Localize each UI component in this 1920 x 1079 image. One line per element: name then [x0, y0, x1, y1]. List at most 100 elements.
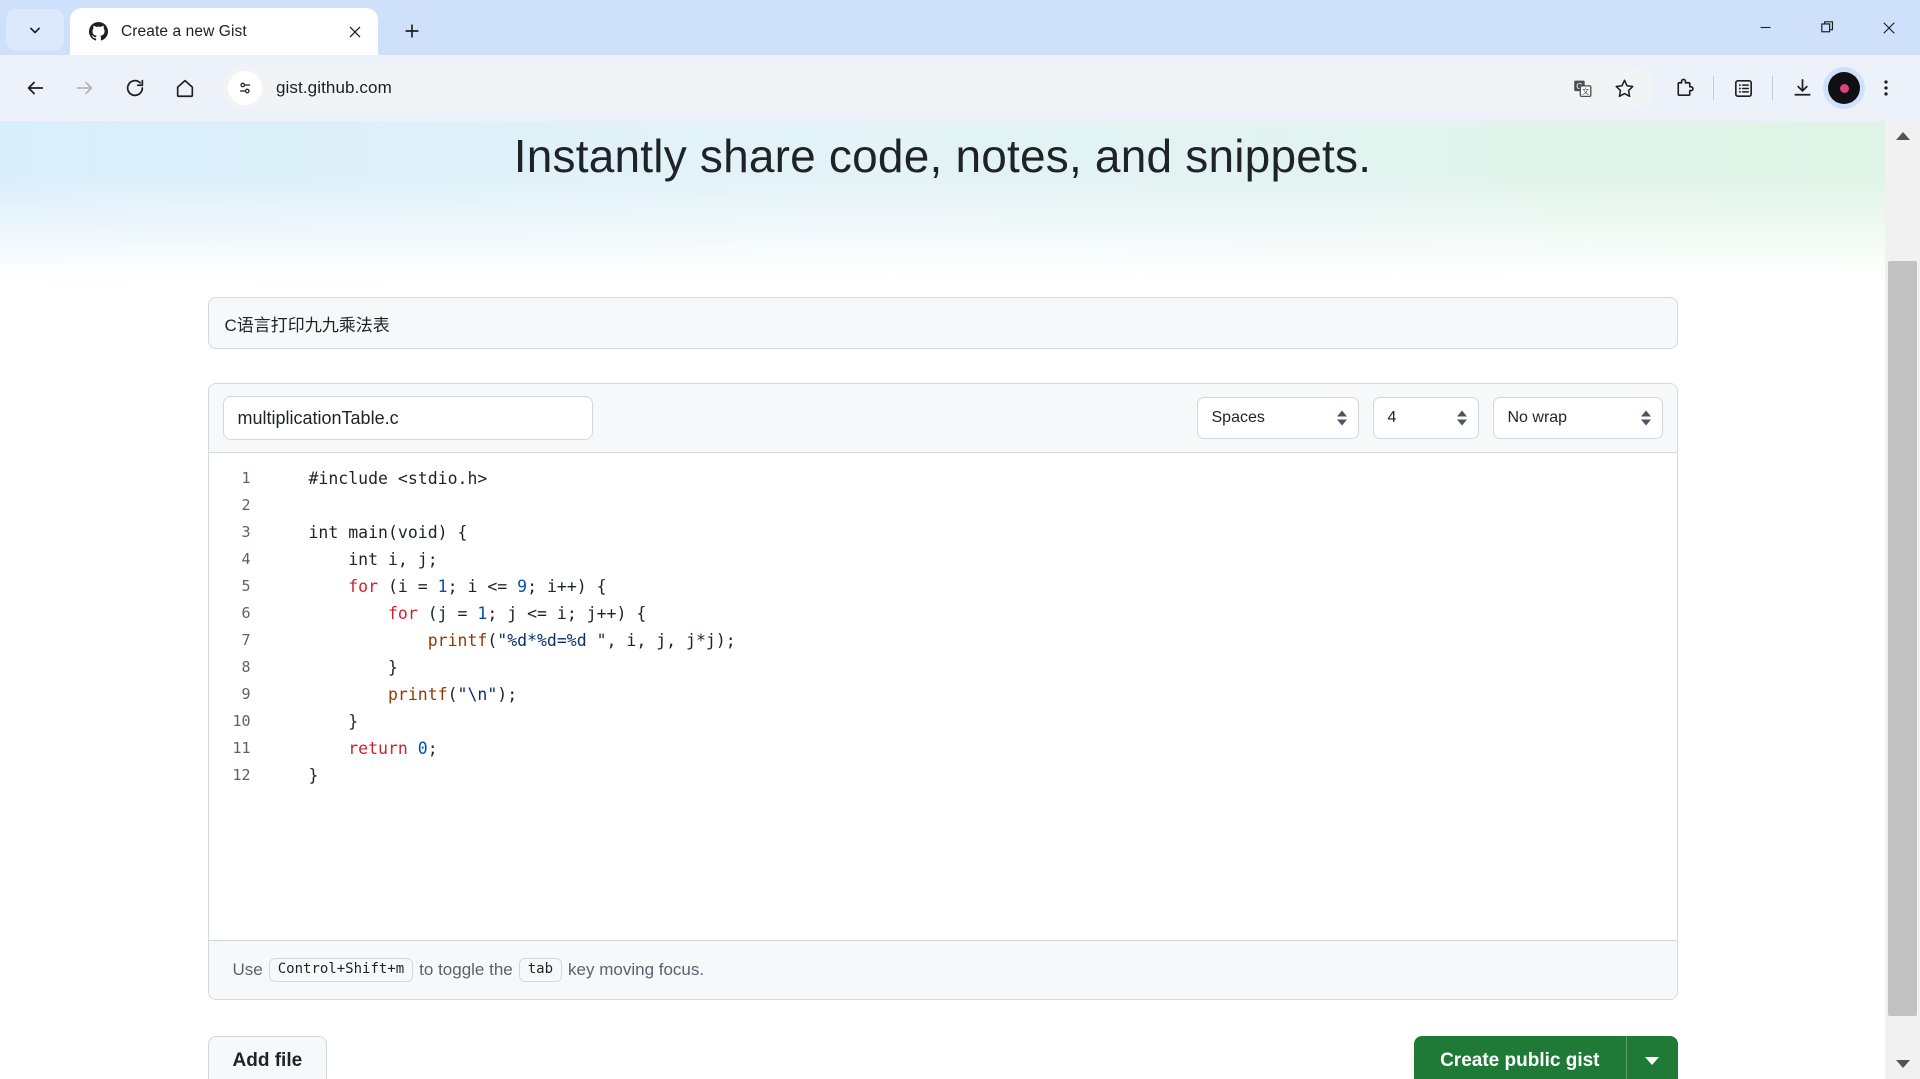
line-number: 1 — [241, 469, 251, 487]
bookmark-button[interactable] — [1604, 68, 1644, 108]
code-line: 12} — [209, 762, 1677, 789]
code-line: 3 int main(void) { — [209, 519, 1677, 546]
triangle-up-icon — [1895, 132, 1910, 140]
scrollbar-down-button[interactable] — [1885, 1049, 1920, 1079]
line-number: 9 — [241, 685, 251, 703]
line-number: 3 — [241, 523, 251, 541]
reading-list-icon — [1734, 79, 1752, 97]
window-close-button[interactable] — [1858, 4, 1920, 52]
line-number: 2 — [241, 496, 251, 514]
code-token: return — [348, 739, 408, 758]
gist-form: Spaces 4 No wrap — [207, 279, 1678, 1079]
tab-close-button[interactable] — [342, 19, 368, 45]
reload-button[interactable] — [114, 67, 156, 109]
gist-description-input[interactable] — [207, 297, 1678, 349]
form-actions: Add file Create public gist — [207, 1036, 1678, 1079]
scrollbar-up-button[interactable] — [1885, 121, 1920, 151]
close-icon — [349, 26, 361, 37]
code-token: } — [308, 658, 398, 677]
browser-tab[interactable]: Create a new Gist — [70, 8, 378, 55]
close-icon — [1883, 21, 1895, 34]
profile-avatar[interactable] — [1828, 72, 1860, 104]
hero-banner: Instantly share code, notes, and snippet… — [0, 121, 1885, 279]
line-content: return 0; — [269, 735, 438, 762]
back-arrow-icon — [27, 81, 44, 95]
extensions-puzzle-icon — [1676, 78, 1694, 96]
code-token: printf — [387, 685, 448, 704]
code-token: ; — [427, 739, 438, 758]
code-token: ; j <= i; j++) { — [487, 604, 647, 623]
home-button[interactable] — [164, 67, 206, 109]
back-button[interactable] — [14, 67, 56, 109]
line-content: } — [269, 708, 358, 735]
scrollbar-track[interactable] — [1885, 151, 1920, 1049]
extensions-button[interactable] — [1664, 68, 1704, 108]
code-token: #include <stdio.h> — [308, 469, 488, 488]
line-content: int i, j; — [269, 546, 437, 573]
line-content: for (i = 1; i <= 9; i++) { — [269, 573, 607, 600]
filename-input[interactable] — [222, 396, 593, 440]
code-token: } — [308, 766, 319, 785]
editor-options: Spaces 4 No wrap — [1196, 397, 1663, 439]
code-token: for — [348, 577, 379, 596]
translate-button[interactable]: G 文 — [1562, 68, 1602, 108]
code-token: ( — [447, 685, 458, 704]
window-minimize-button[interactable] — [1734, 4, 1796, 52]
indent-size-select[interactable]: 4 — [1372, 397, 1479, 439]
line-number: 11 — [232, 739, 251, 757]
new-tab-button[interactable] — [392, 11, 432, 51]
line-content: for (j = 1; j <= i; j++) { — [269, 600, 647, 627]
code-token: ( — [487, 631, 498, 650]
code-token: ; i++) { — [527, 577, 607, 596]
restore-icon — [1820, 21, 1833, 33]
browser-toolbar: gist.github.com G 文 — [0, 55, 1920, 121]
page-title: Instantly share code, notes, and snippet… — [513, 130, 1372, 182]
forward-button[interactable] — [64, 67, 106, 109]
code-token: for — [387, 604, 418, 623]
browser-menu-button[interactable] — [1866, 68, 1906, 108]
hint-key-shortcut: Control+Shift+m — [268, 958, 414, 982]
indent-mode-select[interactable]: Spaces — [1196, 397, 1359, 439]
reading-list-button[interactable] — [1723, 68, 1763, 108]
line-number: 7 — [241, 631, 251, 649]
downloads-button[interactable] — [1782, 68, 1822, 108]
tab-title: Create a new Gist — [121, 22, 247, 40]
line-number: 6 — [241, 604, 251, 622]
tab-search-button[interactable] — [6, 9, 64, 51]
code-token: 1 — [477, 604, 488, 623]
code-editor[interactable]: 1 #include <stdio.h> 2 3 int main(void) {4 i… — [208, 453, 1677, 940]
line-number: 10 — [232, 712, 251, 730]
wrap-mode-value: No wrap — [1507, 409, 1568, 426]
code-line: 1 #include <stdio.h> — [209, 465, 1677, 492]
page-scrollbar[interactable] — [1885, 121, 1920, 1079]
hint-key-tab: tab — [518, 958, 563, 982]
plus-icon — [405, 24, 419, 38]
browser-window: Create a new Gist gist.github.com G 文 In… — [0, 0, 1920, 1079]
code-token: ; i <= — [447, 577, 518, 596]
address-bar-url: gist.github.com — [276, 78, 392, 97]
wrap-mode-select[interactable]: No wrap — [1492, 397, 1663, 439]
minimize-icon — [1760, 26, 1770, 29]
line-content: #include <stdio.h> — [269, 465, 488, 492]
profile-avatar-icon — [1839, 83, 1849, 93]
code-line: 8 } — [209, 654, 1677, 681]
create-gist-dropdown-button[interactable] — [1625, 1036, 1678, 1079]
translate-icon: G 文 — [1573, 80, 1591, 97]
chevron-down-icon — [1645, 1057, 1659, 1065]
add-file-button[interactable]: Add file — [207, 1036, 328, 1079]
forward-arrow-icon — [76, 81, 93, 95]
address-bar[interactable]: gist.github.com G 文 — [222, 66, 1654, 110]
code-line: 9 printf("\n"); — [209, 681, 1677, 708]
window-maximize-button[interactable] — [1796, 4, 1858, 52]
toolbar-divider-2 — [1772, 76, 1773, 100]
create-public-gist-button[interactable]: Create public gist — [1414, 1036, 1626, 1079]
code-line: 4 int i, j; — [209, 546, 1677, 573]
indent-mode-value: Spaces — [1211, 409, 1265, 426]
site-settings-icon[interactable] — [228, 71, 262, 105]
scrollbar-thumb[interactable] — [1888, 261, 1917, 1016]
